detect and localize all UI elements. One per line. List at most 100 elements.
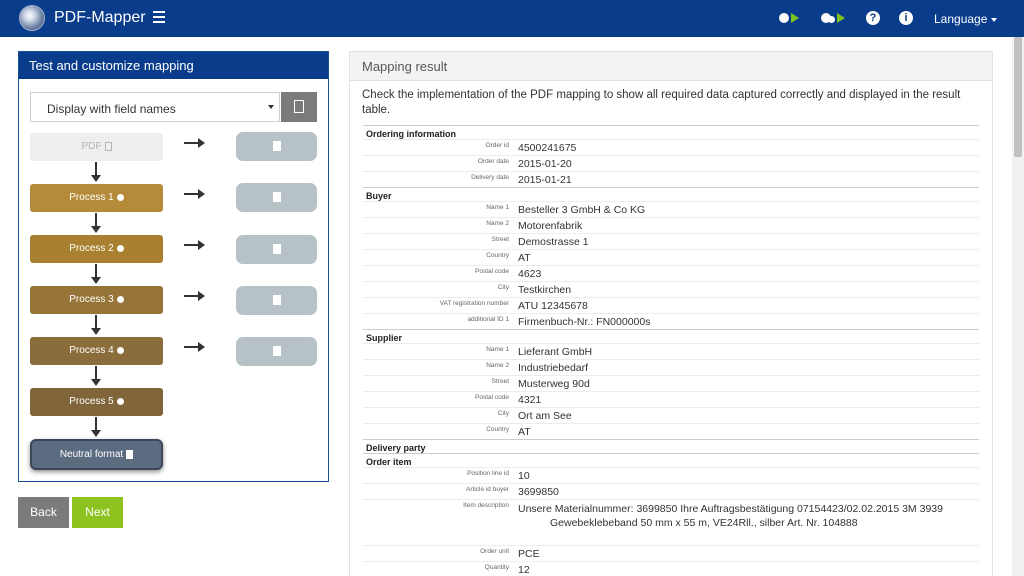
flow-arrow-right — [184, 342, 205, 352]
neutral-format-node[interactable]: Neutral format — [30, 439, 163, 470]
display-mode-select[interactable]: Display with field names — [30, 92, 280, 122]
gears-icon — [116, 244, 124, 252]
field-label: Country — [486, 252, 509, 259]
file-icon — [273, 192, 281, 202]
process-3-output-node[interactable] — [236, 286, 317, 315]
pdf-view-button[interactable] — [281, 92, 317, 122]
flow-arrow-right — [184, 189, 205, 199]
flow-arrow-down — [91, 417, 101, 437]
field-value: 4500241675 — [518, 142, 577, 154]
language-label: Language — [934, 12, 988, 26]
hamburger-menu-icon[interactable] — [153, 11, 165, 23]
field-label: Street — [491, 378, 509, 385]
field-label: Name 1 — [486, 204, 509, 211]
intro-text: Check the implementation of the PDF mapp… — [362, 89, 961, 116]
process-3-node[interactable]: Process 3 — [30, 286, 163, 314]
field-label: Postal code — [475, 394, 509, 401]
field-label: City — [497, 410, 509, 417]
field-label: Street — [491, 236, 509, 243]
field-label: additional ID 1 — [467, 316, 509, 323]
flow-arrow-down — [91, 162, 101, 182]
process-4-output-node[interactable] — [236, 337, 317, 366]
field-label: Order date — [477, 158, 509, 165]
section-supplier: Supplier — [363, 329, 979, 343]
gear-play-icon[interactable] — [779, 11, 801, 27]
pdf-source-node[interactable]: PDF — [30, 133, 163, 161]
process-4-node[interactable]: Process 4 — [30, 337, 163, 365]
field-label: Country — [486, 426, 509, 433]
back-button[interactable]: Back — [18, 497, 69, 528]
field-label: Order unit — [480, 548, 509, 555]
process-1-node[interactable]: Process 1 — [30, 184, 163, 212]
field-value: 2015-01-21 — [518, 174, 572, 186]
file-icon — [273, 141, 281, 151]
field-value: 12 — [518, 564, 530, 576]
field-label: VAT registration number — [439, 300, 509, 307]
field-value: 3699850 — [518, 486, 559, 498]
gears-play-icon[interactable] — [821, 11, 847, 27]
table-row: Article id buyer 3699850 — [363, 483, 979, 499]
table-row: Item description Unsere Materialnummer: … — [363, 499, 979, 545]
help-icon[interactable]: ? — [866, 11, 880, 25]
section-ordering-information: Ordering information — [363, 125, 979, 139]
table-row: Order id 4500241675 — [363, 139, 979, 155]
table-row: Delivery date 2015-01-21 — [363, 171, 979, 187]
gears-icon — [116, 346, 124, 354]
next-button[interactable]: Next — [72, 497, 123, 528]
gears-icon — [116, 295, 124, 303]
field-label: Item description — [463, 502, 509, 509]
language-dropdown[interactable]: Language — [934, 12, 998, 26]
table-row: VAT registration number ATU 12345678 — [363, 297, 979, 313]
process-3-label: Process 3 — [69, 294, 114, 305]
section-buyer: Buyer — [363, 187, 979, 201]
app-title: PDF-Mapper — [54, 9, 146, 26]
caret-down-icon — [268, 105, 274, 109]
field-value: 10 — [518, 470, 530, 482]
process-1-output-node[interactable] — [236, 183, 317, 212]
info-icon[interactable]: i — [899, 11, 913, 25]
field-value: AT — [518, 252, 531, 264]
field-label: Article id buyer — [466, 486, 509, 493]
field-label: Postal code — [475, 268, 509, 275]
field-value: Lieferant GmbH — [518, 346, 593, 358]
table-row: Country AT — [363, 423, 979, 439]
pdf-node-label: PDF — [81, 141, 102, 152]
flow-arrow-down — [91, 315, 101, 335]
gears-icon — [116, 193, 124, 201]
field-value: AT — [518, 426, 531, 438]
table-row: Name 2 Industriebedarf — [363, 359, 979, 375]
left-panel-title: Test and customize mapping — [19, 52, 328, 79]
table-row: Postal code 4623 — [363, 265, 979, 281]
field-value: PCE — [518, 548, 540, 560]
page-scrollbar[interactable] — [1012, 37, 1024, 576]
mapping-flow-panel: Test and customize mapping Display with … — [18, 51, 329, 482]
field-label: Name 1 — [486, 346, 509, 353]
table-row: Name 1 Lieferant GmbH — [363, 343, 979, 359]
pdf-output-node[interactable] — [236, 132, 317, 161]
table-row: Name 2 Motorenfabrik — [363, 217, 979, 233]
process-2-node[interactable]: Process 2 — [30, 235, 163, 263]
file-icon — [273, 244, 281, 254]
neutral-format-label: Neutral format — [59, 449, 124, 460]
process-2-label: Process 2 — [69, 243, 114, 254]
process-5-node[interactable]: Process 5 — [30, 388, 163, 416]
table-row: Name 1 Besteller 3 GmbH & Co KG — [363, 201, 979, 217]
flow-arrow-right — [184, 240, 205, 250]
table-row: Street Musterweg 90d — [363, 375, 979, 391]
mapping-result-panel: Mapping result Check the implementation … — [349, 51, 993, 576]
table-row: Quantity 12 — [363, 561, 979, 576]
table-row: Street Demostrasse 1 — [363, 233, 979, 249]
flow-arrow-down — [91, 366, 101, 386]
field-value: 4623 — [518, 268, 542, 280]
field-label: Name 2 — [486, 362, 509, 369]
table-row: Position line id 10 — [363, 467, 979, 483]
display-mode-value: Display with field names — [47, 102, 176, 116]
field-value: Ort am See — [518, 410, 572, 422]
field-value: Industriebedarf — [518, 362, 589, 374]
field-value: Musterweg 90d — [518, 378, 590, 390]
scrollbar-thumb[interactable] — [1014, 37, 1022, 157]
table-row: Order date 2015-01-20 — [363, 155, 979, 171]
file-icon — [126, 449, 134, 459]
field-value: ATU 12345678 — [518, 300, 588, 312]
process-2-output-node[interactable] — [236, 235, 317, 264]
